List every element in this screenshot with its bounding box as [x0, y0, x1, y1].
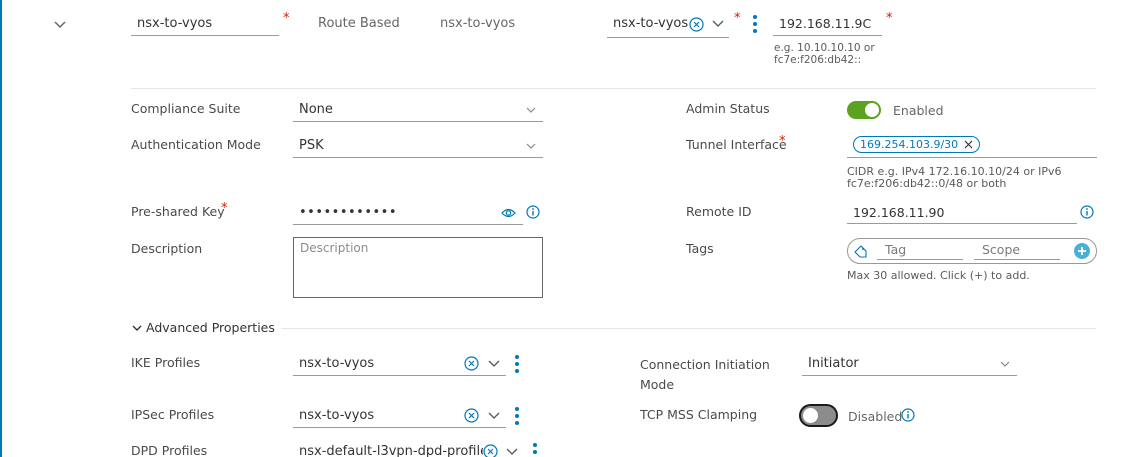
description-placeholder: Description — [300, 241, 369, 255]
psk-required-marker: * — [221, 201, 228, 216]
info-icon[interactable] — [1080, 205, 1094, 219]
chevron-down-icon — [525, 140, 537, 152]
tunnel-interface-chip-label: 169.254.103.9/30 — [860, 138, 959, 151]
clear-icon[interactable] — [464, 408, 479, 423]
chevron-down-icon — [999, 358, 1011, 370]
psk-value: •••••••••••• — [299, 205, 398, 220]
description-textarea[interactable]: Description — [293, 237, 543, 298]
advanced-properties-toggle[interactable]: Advanced Properties — [131, 320, 281, 335]
tier-gateway-required-marker: * — [734, 11, 741, 26]
info-icon[interactable] — [526, 205, 540, 219]
ike-profiles-label: IKE Profiles — [131, 355, 201, 370]
tcp-mss-clamping-label: TCP MSS Clamping — [640, 407, 758, 422]
connection-initiation-select[interactable]: Initiator — [802, 353, 1017, 376]
more-options-icon[interactable] — [752, 14, 758, 36]
connection-initiation-value: Initiator — [808, 356, 859, 371]
connection-initiation-label-line-2: Mode — [640, 377, 675, 392]
auth-mode-label: Authentication Mode — [131, 137, 261, 152]
clear-icon[interactable] — [689, 17, 704, 32]
ipsec-profiles-value: nsx-to-vyos — [299, 408, 375, 423]
advanced-properties-title: Advanced Properties — [146, 320, 275, 335]
row-accent-border — [0, 0, 2, 457]
tcp-mss-clamping-value: Disabled — [848, 409, 903, 424]
dpd-profiles-select[interactable]: nsx-default-l3vpn-dpd-profile — [293, 441, 524, 457]
remote-ip-hint: e.g. 10.10.10.10 or fc7e:f206:db42:: — [774, 42, 875, 66]
description-label: Description — [131, 241, 203, 256]
add-tag-button[interactable] — [1074, 243, 1090, 259]
tunnel-interface-hint: CIDR e.g. IPv4 172.16.10.10/24 or IPv6 f… — [847, 166, 1087, 190]
more-options-icon[interactable] — [514, 406, 520, 426]
remote-ip-input[interactable]: 192.168.11.9C — [773, 12, 882, 36]
chevron-down-icon — [131, 322, 143, 334]
clear-icon[interactable] — [464, 356, 479, 371]
scope-input-placeholder: Scope — [982, 242, 1021, 257]
eye-icon[interactable] — [501, 207, 516, 219]
more-options-icon[interactable] — [514, 354, 520, 374]
name-input-value: nsx-to-vyos — [137, 16, 213, 31]
close-icon[interactable] — [964, 140, 973, 149]
auth-mode-value: PSK — [299, 138, 324, 153]
clear-icon[interactable] — [483, 444, 498, 457]
compliance-suite-label: Compliance Suite — [131, 101, 241, 116]
chevron-down-icon — [525, 104, 537, 116]
remote-id-value: 192.168.11.90 — [853, 205, 945, 220]
remote-ip-value: 192.168.11.9C — [779, 16, 872, 31]
psk-label: Pre-shared Key — [131, 204, 225, 219]
ipsec-profiles-select[interactable]: nsx-to-vyos — [293, 405, 506, 428]
compliance-suite-value: None — [299, 102, 333, 117]
remote-id-input[interactable]: 192.168.11.90 — [847, 201, 1077, 224]
section-divider — [131, 88, 1096, 89]
tunnel-interface-required-marker: * — [779, 134, 786, 149]
auth-mode-select[interactable]: PSK — [293, 135, 543, 158]
admin-status-label: Admin Status — [686, 101, 770, 116]
local-endpoint-text: nsx-to-vyos — [440, 16, 516, 31]
connection-initiation-label-line-1: Connection Initiation — [640, 357, 770, 372]
info-icon[interactable] — [901, 408, 915, 422]
tag-input-placeholder: Tag — [885, 242, 907, 257]
chevron-down-icon[interactable] — [505, 445, 519, 457]
vpn-type-text: Route Based — [318, 16, 400, 31]
tier-gateway-select[interactable]: nsx-to-vyos — [607, 12, 729, 38]
chevron-down-icon[interactable] — [487, 357, 501, 371]
tags-label: Tags — [686, 241, 714, 256]
more-options-icon[interactable] — [532, 442, 538, 457]
tier-gateway-value: nsx-to-vyos — [613, 16, 689, 31]
tunnel-interface-hint-line-2: fc7e:f206:db42::0/48 or both — [847, 177, 1007, 190]
ipsec-profiles-label: IPSec Profiles — [131, 407, 215, 422]
tunnel-interface-label: Tunnel Interface — [686, 137, 787, 152]
admin-status-value: Enabled — [893, 103, 944, 118]
scope-input[interactable]: Scope — [974, 242, 1060, 260]
tag-input[interactable]: Tag — [877, 242, 963, 260]
chevron-down-icon[interactable] — [487, 409, 501, 423]
tunnel-interface-input[interactable]: 169.254.103.9/30 — [847, 133, 1097, 158]
connection-initiation-label: Connection Initiation Mode — [640, 355, 770, 395]
tunnel-interface-chip: 169.254.103.9/30 — [853, 136, 981, 153]
compliance-suite-select[interactable]: None — [293, 99, 543, 122]
row-collapse-chevron-icon[interactable] — [52, 17, 68, 33]
remote-id-label: Remote ID — [686, 204, 752, 219]
ike-profiles-value: nsx-to-vyos — [299, 356, 375, 371]
dpd-profiles-value: nsx-default-l3vpn-dpd-profile — [299, 444, 489, 457]
toggle-knob — [865, 103, 879, 117]
tcp-mss-clamping-toggle[interactable] — [799, 404, 838, 427]
ike-profiles-select[interactable]: nsx-to-vyos — [293, 353, 506, 376]
name-required-marker: * — [283, 11, 290, 26]
tags-hint: Max 30 allowed. Click (+) to add. — [847, 269, 1030, 282]
name-input[interactable]: nsx-to-vyos — [131, 12, 279, 36]
toggle-knob — [803, 408, 818, 423]
chevron-down-icon[interactable] — [711, 17, 725, 31]
dpd-profiles-label: DPD Profiles — [131, 443, 208, 457]
tags-input-group: Tag Scope — [847, 238, 1097, 264]
admin-status-toggle[interactable] — [847, 101, 881, 119]
psk-input[interactable]: •••••••••••• — [293, 202, 523, 225]
tag-icon — [854, 245, 867, 258]
remote-ip-required-marker: * — [886, 11, 893, 26]
